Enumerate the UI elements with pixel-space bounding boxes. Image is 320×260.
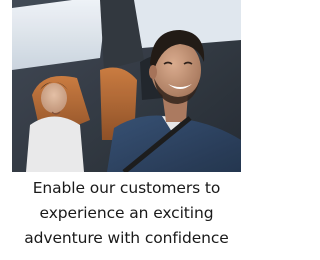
feature-card: Enable our customers to experience an ex… — [0, 0, 253, 260]
feature-photo — [12, 0, 241, 172]
caption-line-2: experience an exciting — [39, 204, 214, 222]
caption-line-3: adventure with confidence — [24, 229, 229, 247]
caption-line-1: Enable our customers to — [32, 179, 221, 197]
feature-caption: Enable our customers to experience an ex… — [0, 176, 253, 251]
